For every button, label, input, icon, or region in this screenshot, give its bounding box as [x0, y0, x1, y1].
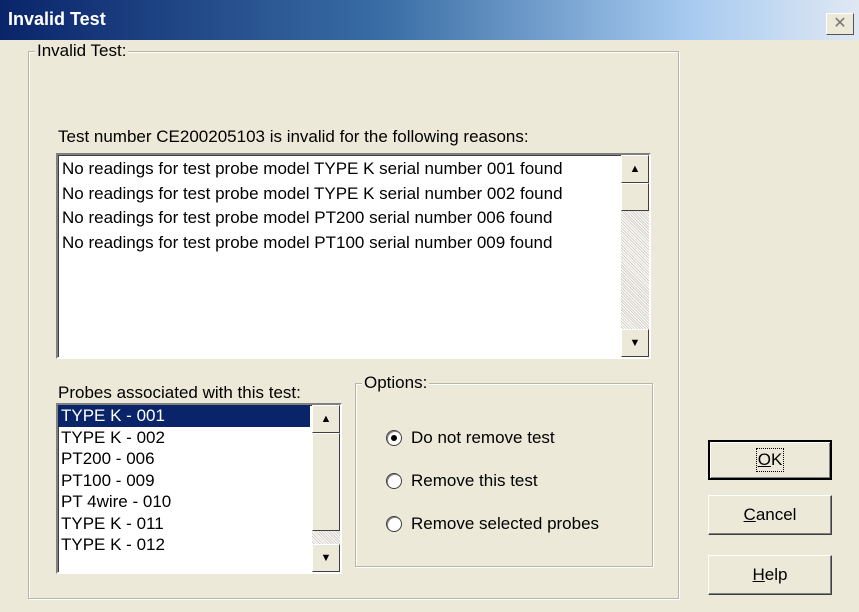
help-button-label: Help [752, 565, 788, 584]
probes-scroll-up-button[interactable]: ▲ [312, 405, 340, 433]
scroll-up-icon: ▲ [320, 413, 332, 425]
reasons-scroll-down-button[interactable]: ▼ [621, 329, 649, 357]
options-group-legend: Options: [362, 373, 430, 393]
cancel-button[interactable]: Cancel [708, 495, 832, 535]
scroll-up-icon: ▲ [629, 163, 641, 175]
option-label: Do not remove test [411, 428, 555, 447]
probe-list-item[interactable]: PT200 - 006 [58, 448, 310, 470]
probe-list-item[interactable]: TYPE K - 002 [58, 427, 310, 449]
title-bar: Invalid Test ✕ [0, 0, 859, 40]
probe-list-item[interactable]: TYPE K - 001 [58, 405, 310, 427]
reason-line: No readings for test probe model TYPE K … [62, 159, 563, 178]
scroll-down-icon: ▼ [320, 552, 332, 564]
close-button[interactable]: ✕ [826, 13, 854, 35]
reasons-scrollbar[interactable]: ▲ ▼ [621, 155, 649, 357]
invalid-test-group-legend: Invalid Test: [35, 41, 129, 61]
reasons-text: No readings for test probe model TYPE K … [62, 157, 617, 256]
cancel-button-label: Cancel [743, 505, 797, 524]
help-button[interactable]: Help [708, 555, 832, 595]
probes-list: TYPE K - 001 TYPE K - 002 PT200 - 006 PT100… [58, 405, 310, 556]
probe-list-item[interactable]: PT 4wire - 010 [58, 491, 310, 513]
probes-scroll-thumb[interactable] [312, 433, 340, 531]
probes-scrollbar[interactable]: ▲ ▼ [312, 405, 340, 572]
probes-scroll-down-button[interactable]: ▼ [312, 544, 340, 572]
window-title: Invalid Test [8, 9, 106, 29]
scroll-down-icon: ▼ [629, 337, 641, 349]
radio-button-icon[interactable] [386, 430, 402, 446]
probes-label: Probes associated with this test: [58, 383, 301, 402]
probe-list-item[interactable]: TYPE K - 011 [58, 513, 310, 535]
reasons-scroll-thumb[interactable] [621, 183, 649, 211]
reasons-listbox[interactable]: No readings for test probe model TYPE K … [56, 153, 651, 359]
dialog-client-area: Invalid Test: Test number CE200205103 is… [0, 40, 859, 612]
probe-list-item[interactable]: PT100 - 009 [58, 470, 310, 492]
reason-line: No readings for test probe model PT100 s… [62, 233, 553, 253]
option-radio[interactable]: Do not remove test [386, 428, 555, 448]
option-label: Remove this test [411, 471, 538, 490]
ok-button-label: OK [755, 448, 785, 472]
option-label: Remove selected probes [411, 514, 600, 533]
reason-line: No readings for test probe model TYPE K … [62, 183, 563, 203]
ok-button[interactable]: OK [708, 440, 832, 480]
probe-list-item[interactable]: TYPE K - 012 [58, 534, 310, 556]
radio-button-icon[interactable] [386, 473, 402, 489]
close-icon: ✕ [833, 15, 847, 32]
reasons-scroll-up-button[interactable]: ▲ [621, 155, 649, 183]
reason-line: No readings for test probe model PT200 s… [62, 208, 553, 228]
radio-button-icon[interactable] [386, 516, 402, 532]
invalid-reason-intro: Test number CE200205103 is invalid for t… [58, 127, 529, 146]
option-radio[interactable]: Remove selected probes [386, 514, 599, 534]
probes-listbox[interactable]: TYPE K - 001 TYPE K - 002 PT200 - 006 PT100… [56, 403, 342, 574]
option-radio[interactable]: Remove this test [386, 471, 538, 491]
